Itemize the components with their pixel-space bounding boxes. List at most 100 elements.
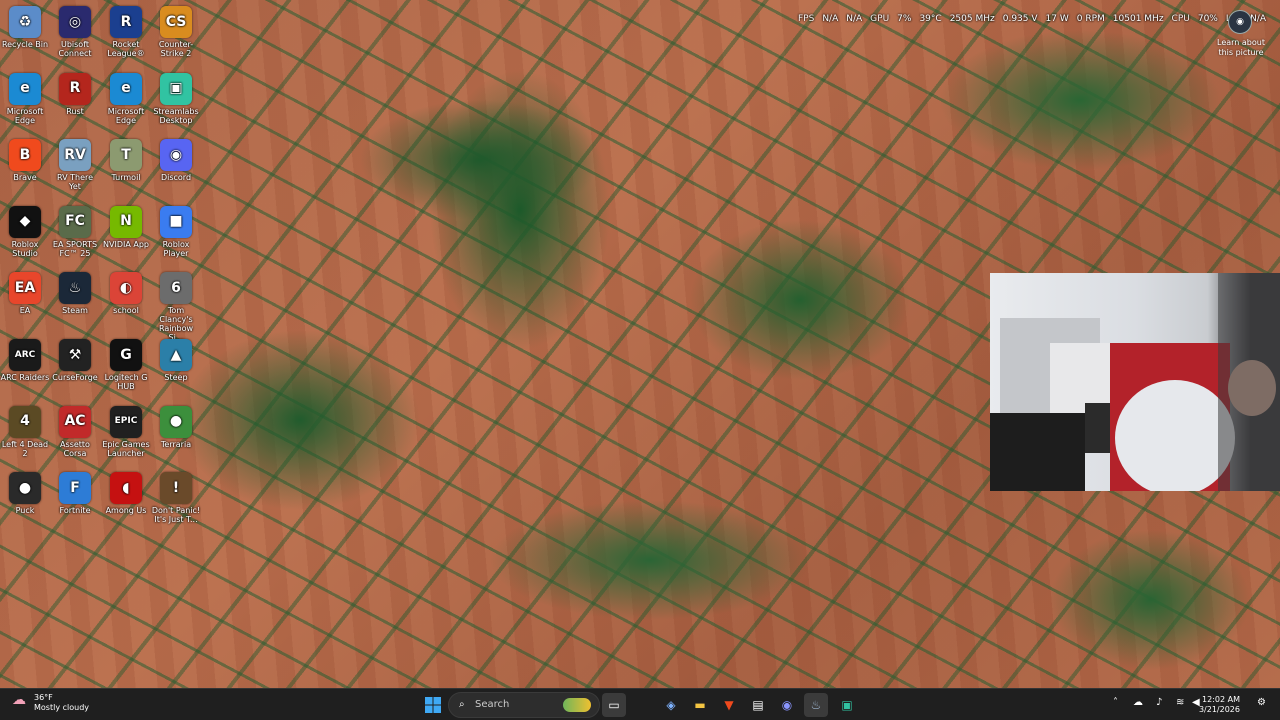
clock-date: 3/21/2026 bbox=[1198, 705, 1240, 714]
desktop-icon-label: Tom Clancy's Rainbow Si... bbox=[158, 306, 194, 343]
desktop-icon[interactable]: R Rocket League® bbox=[101, 6, 151, 58]
weather-icon: ☁ bbox=[12, 692, 26, 708]
search-input[interactable]: ⌕ Search bbox=[448, 692, 600, 718]
windows-icon bbox=[425, 697, 441, 713]
brave-taskbar-button[interactable]: ▼ bbox=[717, 693, 741, 717]
assetto-corsa-icon: AC bbox=[59, 405, 91, 438]
desktop-icon[interactable]: ◆ Roblox Studio bbox=[0, 205, 50, 258]
camera-icon[interactable]: ◉ bbox=[1228, 10, 1252, 34]
taskbar: 36°F Mostly cloudy ☁ ⌕ Search ▭ ◈ ▬ ▼ ▤ … bbox=[0, 688, 1280, 720]
desktop-icon[interactable]: ♨ Steam bbox=[50, 272, 100, 315]
cpu-load: 70% bbox=[1197, 14, 1218, 24]
puck-icon: ● bbox=[9, 472, 41, 505]
desktop-icon[interactable]: 4 Left 4 Dead 2 bbox=[0, 405, 50, 458]
copilot-icon: ◈ bbox=[666, 698, 676, 712]
desktop-icon[interactable]: AC Assetto Corsa bbox=[50, 405, 100, 458]
start-button[interactable] bbox=[421, 693, 445, 717]
gpu-clock: 2505 MHz bbox=[949, 14, 995, 24]
epic-games-icon: EPIC bbox=[110, 405, 142, 438]
desktop-icon[interactable]: FC EA SPORTS FC™ 25 bbox=[50, 205, 100, 258]
desktop-icon[interactable]: G Logitech G HUB bbox=[101, 339, 151, 391]
desktop-icon[interactable]: e Microsoft Edge bbox=[101, 72, 151, 125]
task-view-icon: ▭ bbox=[608, 698, 620, 712]
task-view-button[interactable]: ▭ bbox=[602, 693, 626, 717]
store-button[interactable]: ▤ bbox=[746, 693, 770, 717]
desktop-icon[interactable]: T Turmoil bbox=[101, 139, 151, 182]
desktop-icon-label: Ubisoft Connect bbox=[58, 40, 92, 58]
curseforge-icon: ⚒ bbox=[59, 339, 91, 371]
system-clock[interactable]: 12:02 AM 3/21/2026 bbox=[1199, 695, 1240, 715]
desktop-icon[interactable]: ▣ Streamlabs Desktop bbox=[151, 72, 201, 125]
desktop-icon-label: Terraria bbox=[160, 439, 192, 449]
fps-label: FPS bbox=[798, 14, 815, 24]
ea-fc-icon: FC bbox=[59, 205, 91, 238]
desktop-icon[interactable]: 6 Tom Clancy's Rainbow Si... bbox=[151, 272, 201, 342]
desktop-icon[interactable]: RV RV There Yet bbox=[50, 139, 100, 191]
desktop-icon[interactable]: ■ Roblox Player bbox=[151, 205, 201, 258]
desktop-icon-label: EA bbox=[19, 306, 31, 316]
desktop-icon[interactable]: ▲ Steep bbox=[151, 339, 201, 382]
desktop-icon-label: Steam bbox=[62, 306, 88, 316]
logitech-icon: G bbox=[110, 339, 142, 371]
desktop-icon[interactable]: ◉ Discord bbox=[151, 139, 201, 182]
desktop-icon-label: Rust bbox=[66, 106, 84, 116]
desktop-icon[interactable]: R Rust bbox=[50, 72, 100, 116]
network-tray-icon[interactable]: ☁ bbox=[1133, 697, 1143, 708]
desktop-icon-label: NVIDIA App bbox=[103, 239, 149, 249]
desktop-icon[interactable]: EA EA bbox=[0, 272, 50, 315]
copilot-button[interactable]: ◈ bbox=[659, 693, 683, 717]
desktop-icon-label: Puck bbox=[15, 506, 35, 516]
desktop-icon[interactable]: ● Terraria bbox=[151, 405, 201, 449]
desktop-icon[interactable]: ◐ school bbox=[101, 272, 151, 315]
file-explorer-button[interactable]: ▬ bbox=[688, 693, 712, 717]
desktop-icon[interactable]: F Fortnite bbox=[50, 472, 100, 515]
search-highlight-icon bbox=[563, 698, 591, 712]
lat-value: N/A bbox=[1250, 14, 1266, 24]
rv-there-yet-icon: RV bbox=[59, 139, 91, 172]
desktop-icon-label: Logitech G HUB bbox=[104, 373, 148, 391]
edge-icon: e bbox=[9, 72, 41, 105]
desktop-icon[interactable]: N NVIDIA App bbox=[101, 205, 151, 249]
desktop-icon[interactable]: e Microsoft Edge bbox=[0, 72, 50, 125]
desktop-icon-label: Left 4 Dead 2 bbox=[1, 439, 49, 458]
desktop-icon[interactable]: ● Puck bbox=[0, 472, 50, 515]
microphone-icon[interactable]: ♪ bbox=[1156, 697, 1162, 708]
desktop-icon-label: Don't Panic! It's Just T... bbox=[151, 506, 201, 525]
desktop-icon[interactable]: B Brave bbox=[0, 139, 50, 182]
desktop-icon[interactable]: EPIC Epic Games Launcher bbox=[101, 405, 151, 458]
desktop-icon-label: Recycle Bin bbox=[1, 40, 49, 49]
desktop-icon[interactable]: ♻ Recycle Bin bbox=[0, 6, 50, 49]
chevron-up-icon[interactable]: ˄ bbox=[1113, 697, 1118, 708]
desktop-icon[interactable]: ⚒ CurseForge bbox=[50, 339, 100, 382]
steep-icon: ▲ bbox=[160, 339, 192, 371]
fortnite-icon: F bbox=[59, 472, 91, 505]
counter-strike-icon: CS bbox=[160, 6, 192, 38]
notification-icon[interactable]: ⚙ bbox=[1257, 697, 1266, 708]
streamlabs-taskbar-button[interactable]: ▣ bbox=[835, 693, 859, 717]
desktop-icon[interactable]: ! Don't Panic! It's Just T... bbox=[151, 472, 201, 524]
discord-taskbar-button[interactable]: ◉ bbox=[775, 693, 799, 717]
steam-icon: ♨ bbox=[59, 272, 91, 305]
desktop-icon-label: RV There Yet bbox=[56, 173, 94, 192]
ubisoft-icon: ◎ bbox=[59, 6, 91, 38]
performance-overlay: FPS N/A N/A GPU 7% 39°C 2505 MHz 0.935 V… bbox=[798, 12, 1266, 26]
learn-about-picture-link[interactable]: Learn about this picture bbox=[1210, 38, 1272, 58]
wifi-icon[interactable]: ≋ bbox=[1176, 697, 1184, 708]
nvidia-icon: N bbox=[110, 205, 142, 238]
desktop-icon[interactable]: CS Counter-Strike 2 bbox=[151, 6, 201, 58]
gpu-temp: 39°C bbox=[919, 14, 942, 24]
search-icon: ⌕ bbox=[459, 699, 465, 710]
desktop-icon-label: Brave bbox=[13, 173, 37, 183]
ea-icon: EA bbox=[9, 272, 41, 305]
desktop-icon-label: Rocket League® bbox=[107, 40, 145, 58]
desktop-icon-label: Fortnite bbox=[59, 506, 91, 516]
desktop-icon[interactable]: ◖ Among Us bbox=[101, 472, 151, 515]
desktop-icon[interactable]: ARC ARC Raiders bbox=[0, 339, 50, 382]
weather-widget[interactable]: 36°F Mostly cloudy ☁ bbox=[10, 693, 89, 713]
desktop-icon-label: Epic Games Launcher bbox=[102, 439, 150, 458]
clock-time: 12:02 AM bbox=[1202, 695, 1240, 704]
steam-taskbar-button[interactable]: ♨ bbox=[804, 693, 828, 717]
desktop-icon[interactable]: ◎ Ubisoft Connect bbox=[50, 6, 100, 58]
gpu-voltage: 0.935 V bbox=[1002, 14, 1038, 24]
webcam-overlay bbox=[990, 273, 1280, 491]
